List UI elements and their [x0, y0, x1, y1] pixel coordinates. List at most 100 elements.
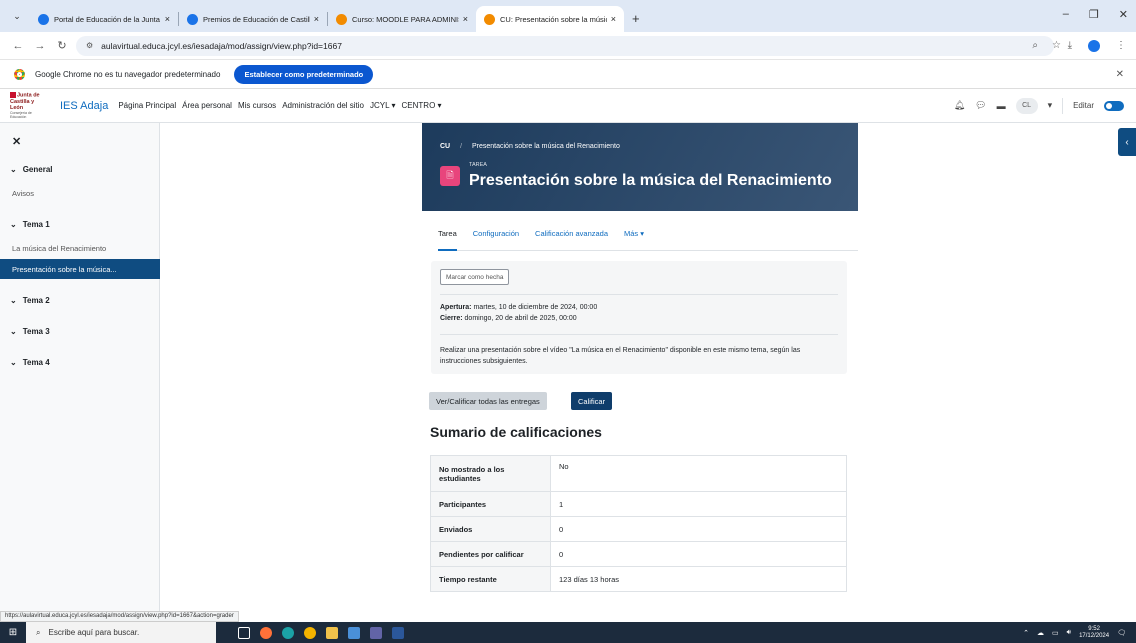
- nav-home-link[interactable]: Página Principal: [118, 101, 176, 110]
- minimize-icon[interactable]: –: [1063, 8, 1069, 21]
- reload-icon[interactable]: ↻: [54, 39, 70, 52]
- back-icon[interactable]: ←: [10, 40, 26, 52]
- edit-mode-toggle[interactable]: [1104, 100, 1124, 111]
- word-icon[interactable]: [392, 626, 404, 639]
- close-tab-icon[interactable]: ×: [611, 14, 616, 24]
- tab-title: CU: Presentación sobre la músic: [500, 14, 607, 24]
- section-tema-1[interactable]: ⌄ Tema 1: [10, 220, 50, 229]
- close-date-label: Cierre:: [440, 315, 463, 322]
- nav-centro-dropdown[interactable]: CENTRO ▾: [402, 101, 442, 110]
- grading-summary-heading: Sumario de calificaciones: [430, 424, 602, 440]
- row-label: No mostrado a los estudiantes: [430, 455, 551, 492]
- taskbar-apps: [238, 626, 404, 639]
- new-tab-icon[interactable]: +: [632, 11, 640, 26]
- table-row: Tiempo restante 123 días 13 horas: [430, 566, 847, 592]
- url-input[interactable]: ⚙ aulavirtual.educa.jcyl.es/iesadaja/mod…: [76, 35, 1054, 56]
- teams-icon[interactable]: [370, 626, 382, 639]
- tab-title: Curso: MOODLE PARA ADMINIS: [352, 14, 459, 24]
- onedrive-icon[interactable]: ☁: [1037, 629, 1044, 637]
- tab-title: Premios de Educación de Castilla: [203, 14, 310, 24]
- row-label: Participantes: [430, 491, 551, 517]
- course-index-icon[interactable]: ▬: [997, 101, 1006, 111]
- section-title: Tema 4: [22, 358, 50, 367]
- taskbar-search-input[interactable]: ⌕ Escribe aquí para buscar.: [26, 622, 216, 643]
- windows-start-icon[interactable]: ⊞: [0, 622, 26, 643]
- zoom-icon[interactable]: ⌕: [1032, 40, 1038, 51]
- breadcrumb-separator: /: [460, 143, 463, 150]
- navbar-right: 🔔︎ 💬︎ ▬ CL ▾ Editar: [954, 97, 1124, 114]
- bookmark-star-icon[interactable]: ☆: [1052, 40, 1061, 51]
- task-view-icon[interactable]: [238, 626, 250, 639]
- sidebar-item-avisos[interactable]: Avisos: [12, 189, 34, 198]
- system-tray: ⌃ ☁ ▭ 🔊︎ 9:52 17/12/2024 🗨︎: [1023, 626, 1126, 639]
- chevron-down-icon: ⌄: [10, 220, 17, 229]
- search-placeholder: Escribe aquí para buscar.: [48, 628, 140, 637]
- tray-chevron-up-icon[interactable]: ⌃: [1023, 629, 1029, 637]
- notifications-bell-icon[interactable]: 🔔︎: [954, 100, 965, 111]
- restore-icon[interactable]: ❐: [1089, 8, 1099, 21]
- chrome-taskbar-icon[interactable]: [304, 626, 316, 639]
- tab-configuracion[interactable]: Configuración: [473, 229, 519, 250]
- nav-site-admin-link[interactable]: Administración del sitio: [282, 101, 364, 110]
- close-tab-icon[interactable]: ×: [463, 14, 468, 24]
- open-date: Apertura: martes, 10 de diciembre de 202…: [440, 304, 597, 311]
- close-tab-icon[interactable]: ×: [165, 14, 170, 24]
- junta-logo[interactable]: Junta de Castilla y León Consejería de E…: [10, 92, 46, 119]
- grade-button[interactable]: Calificar: [571, 392, 613, 410]
- user-menu-chevron-icon[interactable]: ▾: [1048, 100, 1053, 111]
- volume-icon[interactable]: 🔊︎: [1067, 629, 1071, 637]
- nav-dashboard-link[interactable]: Área personal: [182, 101, 232, 110]
- tab-favicon-icon: [38, 13, 49, 25]
- sidebar-item-presentacion-active[interactable]: Presentación sobre la música...: [0, 259, 160, 279]
- set-default-button[interactable]: Establecer como predeterminado: [234, 64, 374, 84]
- section-tema-3[interactable]: ⌄ Tema 3: [10, 327, 50, 336]
- download-icon[interactable]: ⤓: [1068, 40, 1072, 51]
- firefox-icon[interactable]: [260, 626, 272, 639]
- open-block-drawer-button[interactable]: ‹: [1118, 128, 1136, 156]
- url-text: aulavirtual.educa.jcyl.es/iesadaja/mod/a…: [101, 40, 342, 51]
- tab-search-chevron-icon[interactable]: ⌄: [8, 7, 26, 25]
- close-infobar-icon[interactable]: ✕: [1116, 69, 1124, 80]
- menu-kebab-icon[interactable]: ⋮: [1116, 40, 1126, 51]
- tab-calificacion-avanzada[interactable]: Calificación avanzada: [535, 229, 608, 250]
- chrome-icon: [14, 68, 25, 80]
- browser-tab-active[interactable]: CU: Presentación sobre la músic ×: [476, 6, 624, 32]
- user-avatar[interactable]: CL: [1015, 97, 1038, 114]
- view-all-submissions-button[interactable]: Ver/Calificar todas las entregas: [429, 392, 547, 410]
- nav-my-courses-link[interactable]: Mis cursos: [238, 101, 276, 110]
- breadcrumb: CU / Presentación sobre la música del Re…: [440, 143, 620, 150]
- forward-icon[interactable]: →: [32, 40, 48, 52]
- calendar-icon[interactable]: [348, 626, 360, 639]
- site-name-link[interactable]: IES Adaja: [60, 100, 108, 112]
- section-general[interactable]: ⌄ General: [10, 165, 53, 174]
- close-drawer-icon[interactable]: ✕: [12, 135, 21, 148]
- taskbar-clock[interactable]: 9:52 17/12/2024: [1079, 626, 1109, 639]
- notifications-icon[interactable]: 🗨︎: [1117, 629, 1126, 637]
- breadcrumb-course-link[interactable]: CU: [440, 143, 450, 150]
- sidebar-item-musica-renacimiento[interactable]: La música del Renacimiento: [12, 244, 106, 253]
- edge-icon[interactable]: [282, 626, 294, 639]
- section-tema-4[interactable]: ⌄ Tema 4: [10, 358, 50, 367]
- tab-mas-dropdown[interactable]: Más ▾: [624, 229, 644, 250]
- activity-type-label: TAREA: [469, 162, 487, 168]
- messages-icon[interactable]: 💬︎: [975, 100, 986, 111]
- row-value: 0: [550, 541, 847, 567]
- close-window-icon[interactable]: ✕: [1119, 8, 1128, 21]
- section-title: Tema 1: [22, 220, 50, 229]
- mark-as-done-button[interactable]: Marcar como hecha: [440, 269, 510, 285]
- network-icon[interactable]: ▭: [1052, 629, 1059, 637]
- browser-tab[interactable]: Curso: MOODLE PARA ADMINIS ×: [328, 6, 476, 32]
- row-value: 0: [550, 516, 847, 542]
- site-info-icon[interactable]: ⚙: [86, 41, 93, 50]
- browser-tab[interactable]: Portal de Educación de la Junta ×: [30, 6, 178, 32]
- row-label: Enviados: [430, 516, 551, 542]
- tab-tarea[interactable]: Tarea: [438, 229, 457, 251]
- nav-jcyl-dropdown[interactable]: JCYL ▾: [370, 101, 396, 110]
- section-tema-2[interactable]: ⌄ Tema 2: [10, 296, 50, 305]
- flag-icon: [10, 92, 16, 99]
- close-tab-icon[interactable]: ×: [314, 14, 319, 24]
- file-explorer-icon[interactable]: [326, 626, 338, 639]
- row-label: Pendientes por calificar: [430, 541, 551, 567]
- profile-icon[interactable]: [1088, 39, 1100, 52]
- browser-tab[interactable]: Premios de Educación de Castilla ×: [179, 6, 327, 32]
